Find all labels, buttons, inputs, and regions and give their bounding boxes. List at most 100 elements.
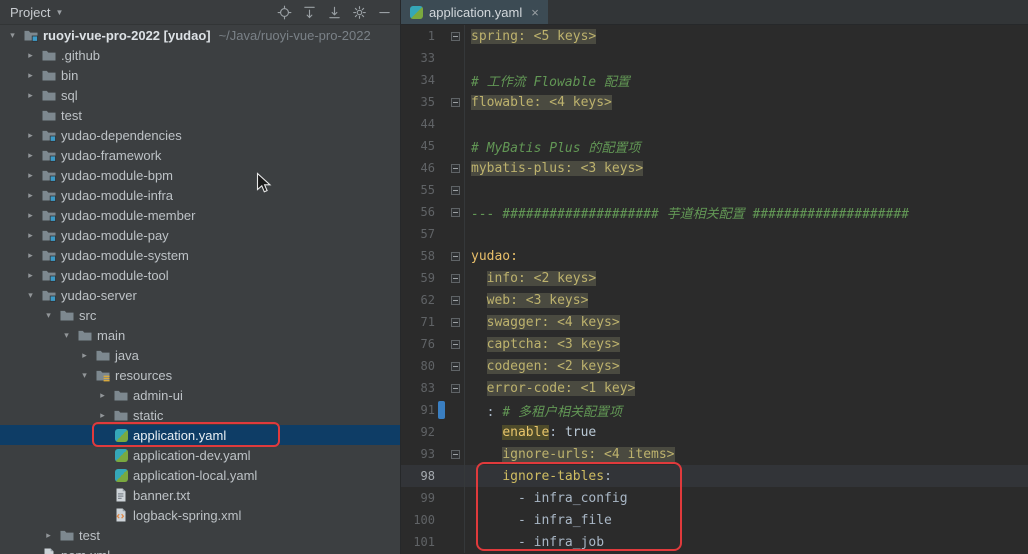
chevron-expanded-icon[interactable]: ▾ [22, 290, 39, 301]
chevron-expanded-icon[interactable]: ▾ [40, 310, 57, 321]
fold-marker-icon[interactable] [447, 377, 465, 399]
fold-marker-icon[interactable] [447, 25, 465, 47]
editor-line-93[interactable]: 93 ignore-urls: <4 items> [401, 443, 1028, 465]
gutter-spacer [437, 201, 447, 223]
tree-item-yudao-dependencies[interactable]: ▸yudao-dependencies [0, 125, 400, 145]
tree-item-pom.xml[interactable]: pom.xml [0, 545, 400, 554]
tree-item-application.yaml[interactable]: application.yaml [0, 425, 400, 445]
chevron-collapsed-icon[interactable]: ▸ [22, 130, 39, 141]
editor-line-1[interactable]: 1spring: <5 keys> [401, 25, 1028, 47]
hide-panel-icon[interactable] [376, 4, 392, 20]
fold-marker-icon[interactable] [447, 157, 465, 179]
code-text: enable: true [465, 425, 596, 440]
tree-item-logback-spring.xml[interactable]: logback-spring.xml [0, 505, 400, 525]
tree-item-yudao-module-bpm[interactable]: ▸yudao-module-bpm [0, 165, 400, 185]
tree-item-yudao-module-system[interactable]: ▸yudao-module-system [0, 245, 400, 265]
tree-item-banner.txt[interactable]: banner.txt [0, 485, 400, 505]
editor-line-35[interactable]: 35flowable: <4 keys> [401, 91, 1028, 113]
editor-line-57[interactable]: 57 [401, 223, 1028, 245]
chevron-collapsed-icon[interactable]: ▸ [94, 390, 111, 401]
chevron-collapsed-icon[interactable]: ▸ [22, 50, 39, 61]
editor-line-56[interactable]: 56--- #################### 芋道相关配置 ######… [401, 201, 1028, 223]
chevron-collapsed-icon[interactable]: ▸ [22, 230, 39, 241]
module-icon [39, 207, 59, 223]
chevron-expanded-icon[interactable]: ▾ [58, 330, 75, 341]
editor-line-101[interactable]: 101 - infra_job [401, 531, 1028, 553]
chevron-collapsed-icon[interactable]: ▸ [22, 170, 39, 181]
editor-line-46[interactable]: 46mybatis-plus: <3 keys> [401, 157, 1028, 179]
tree-item-yudao-module-member[interactable]: ▸yudao-module-member [0, 205, 400, 225]
editor-line-59[interactable]: 59 info: <2 keys> [401, 267, 1028, 289]
panel-splitter[interactable] [400, 0, 401, 554]
tree-item-src[interactable]: ▾src [0, 305, 400, 325]
tab-application-yaml[interactable]: application.yaml × [401, 0, 548, 24]
tree-item-resources[interactable]: ▾resources [0, 365, 400, 385]
tree-item-ruoyi-vue-pro-2022-yudao-[interactable]: ▾ruoyi-vue-pro-2022 [yudao]~/Java/ruoyi-… [0, 25, 400, 45]
chevron-collapsed-icon[interactable]: ▸ [22, 90, 39, 101]
tree-item-yudao-server[interactable]: ▾yudao-server [0, 285, 400, 305]
fold-marker-icon[interactable] [447, 289, 465, 311]
xml-icon [39, 547, 59, 554]
fold-marker-icon[interactable] [447, 443, 465, 465]
editor-line-80[interactable]: 80 codegen: <2 keys> [401, 355, 1028, 377]
editor-line-98[interactable]: 98 ignore-tables: [401, 465, 1028, 487]
yaml-icon [111, 469, 131, 482]
locate-file-icon[interactable] [276, 4, 292, 20]
editor-line-45[interactable]: 45# MyBatis Plus 的配置项 [401, 135, 1028, 157]
tree-item-main[interactable]: ▾main [0, 325, 400, 345]
editor-content[interactable]: 1spring: <5 keys>3334# 工作流 Flowable 配置35… [401, 25, 1028, 554]
fold-marker-icon[interactable] [447, 355, 465, 377]
tree-item-yudao-module-pay[interactable]: ▸yudao-module-pay [0, 225, 400, 245]
chevron-expanded-icon[interactable]: ▾ [76, 370, 93, 381]
chevron-collapsed-icon[interactable]: ▸ [22, 210, 39, 221]
fold-marker-icon[interactable] [447, 333, 465, 355]
close-tab-icon[interactable]: × [531, 5, 539, 20]
chevron-collapsed-icon[interactable]: ▸ [22, 150, 39, 161]
editor-line-58[interactable]: 58yudao: [401, 245, 1028, 267]
editor-line-100[interactable]: 100 - infra_file [401, 509, 1028, 531]
tree-item-yudao-framework[interactable]: ▸yudao-framework [0, 145, 400, 165]
fold-marker-icon[interactable] [447, 91, 465, 113]
chevron-collapsed-icon[interactable]: ▸ [22, 190, 39, 201]
tree-item-yudao-module-infra[interactable]: ▸yudao-module-infra [0, 185, 400, 205]
fold-marker-icon[interactable] [447, 201, 465, 223]
expand-all-icon[interactable] [301, 4, 317, 20]
fold-marker-icon[interactable] [447, 245, 465, 267]
fold-marker-icon[interactable] [447, 267, 465, 289]
tree-item-sql[interactable]: ▸sql [0, 85, 400, 105]
editor-line-99[interactable]: 99 - infra_config [401, 487, 1028, 509]
editor-line-62[interactable]: 62 web: <3 keys> [401, 289, 1028, 311]
fold-marker-icon[interactable] [447, 311, 465, 333]
project-view-selector[interactable]: Project ▼ [10, 5, 63, 20]
tree-item-java[interactable]: ▸java [0, 345, 400, 365]
fold-marker-icon[interactable] [447, 179, 465, 201]
chevron-collapsed-icon[interactable]: ▸ [22, 270, 39, 281]
editor-line-44[interactable]: 44 [401, 113, 1028, 135]
settings-icon[interactable] [351, 4, 367, 20]
editor-line-83[interactable]: 83 error-code: <1 key> [401, 377, 1028, 399]
chevron-collapsed-icon[interactable]: ▸ [40, 530, 57, 541]
tree-item-test[interactable]: test [0, 105, 400, 125]
change-marker [437, 399, 447, 421]
tree-item-admin-ui[interactable]: ▸admin-ui [0, 385, 400, 405]
chevron-collapsed-icon[interactable]: ▸ [76, 350, 93, 361]
editor-line-71[interactable]: 71 swagger: <4 keys> [401, 311, 1028, 333]
chevron-collapsed-icon[interactable]: ▸ [22, 250, 39, 261]
chevron-expanded-icon[interactable]: ▾ [4, 30, 21, 41]
tree-item-static[interactable]: ▸static [0, 405, 400, 425]
tree-item-application-dev.yaml[interactable]: application-dev.yaml [0, 445, 400, 465]
editor-line-33[interactable]: 33 [401, 47, 1028, 69]
editor-line-34[interactable]: 34# 工作流 Flowable 配置 [401, 69, 1028, 91]
editor-line-76[interactable]: 76 captcha: <3 keys> [401, 333, 1028, 355]
chevron-collapsed-icon[interactable]: ▸ [22, 70, 39, 81]
tree-item-application-local.yaml[interactable]: application-local.yaml [0, 465, 400, 485]
editor-line-91[interactable]: 91 : # 多租户相关配置项 [401, 399, 1028, 421]
tree-item-yudao-module-tool[interactable]: ▸yudao-module-tool [0, 265, 400, 285]
editor-line-55[interactable]: 55 [401, 179, 1028, 201]
editor-line-92[interactable]: 92 enable: true [401, 421, 1028, 443]
chevron-collapsed-icon[interactable]: ▸ [94, 410, 111, 421]
tree-item-test[interactable]: ▸test [0, 525, 400, 545]
tree-item-bin[interactable]: ▸bin [0, 65, 400, 85]
collapse-all-icon[interactable] [326, 4, 342, 20]
tree-item-.github[interactable]: ▸.github [0, 45, 400, 65]
